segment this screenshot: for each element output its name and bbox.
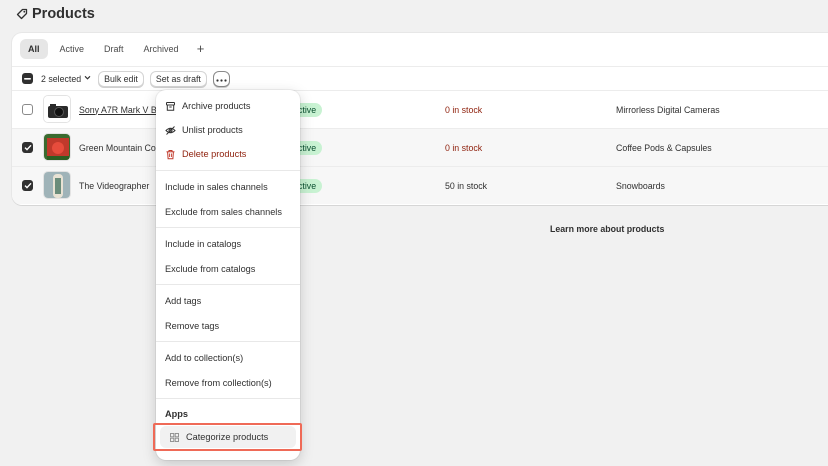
product-thumbnail-camera [43, 95, 71, 123]
menu-divider [156, 398, 300, 399]
row-checkbox[interactable] [22, 104, 33, 115]
menu-divider [156, 341, 300, 342]
menu-item-add-collections[interactable]: Add to collection(s) [156, 347, 300, 369]
menu-item-exclude-sales-channels[interactable]: Exclude from sales channels [156, 201, 300, 223]
bulk-edit-button[interactable]: Bulk edit [98, 70, 144, 87]
inventory-cell: 0 in stock [445, 104, 483, 115]
menu-divider [156, 170, 300, 171]
page-title: Products [16, 6, 95, 22]
highlight-box [153, 423, 302, 451]
tab-all[interactable]: All [20, 39, 48, 59]
trash-icon [165, 149, 176, 160]
more-actions-menu: Archive products Unlist products Delete … [156, 90, 300, 460]
row-checkbox[interactable] [22, 142, 33, 153]
table-row[interactable]: Sony A7R Mark V B ctive 0 in stock Mirro… [12, 90, 828, 128]
menu-item-unlist[interactable]: Unlist products [156, 119, 300, 141]
set-as-draft-button[interactable]: Set as draft [149, 70, 207, 87]
filter-tabs: All Active Draft Archived + [20, 39, 211, 59]
menu-item-include-catalogs[interactable]: Include in catalogs [156, 233, 300, 255]
menu-item-label: Unlist products [182, 125, 243, 135]
learn-more-link[interactable]: Learn more about products [550, 224, 664, 234]
select-all-checkbox[interactable] [22, 73, 33, 84]
selected-count-label: 2 selected [41, 73, 82, 84]
menu-item-remove-collections[interactable]: Remove from collection(s) [156, 372, 300, 394]
row-checkbox[interactable] [22, 180, 33, 191]
menu-item-include-sales-channels[interactable]: Include in sales channels [156, 176, 300, 198]
product-name-link[interactable]: The Videographer [79, 181, 149, 191]
product-type-cell: Snowboards [616, 180, 665, 191]
menu-item-exclude-catalogs[interactable]: Exclude from catalogs [156, 258, 300, 280]
tab-archived[interactable]: Archived [136, 39, 187, 59]
product-name-link[interactable]: Sony A7R Mark V B [79, 105, 157, 115]
menu-item-label: Archive products [182, 101, 251, 111]
product-type-cell: Coffee Pods & Capsules [616, 142, 712, 153]
product-thumbnail-coffee [43, 133, 71, 161]
tab-draft[interactable]: Draft [96, 39, 132, 59]
menu-item-label: Delete products [182, 149, 247, 159]
menu-item-delete[interactable]: Delete products [156, 143, 300, 165]
more-actions-button[interactable] [212, 70, 230, 87]
product-type-cell: Mirrorless Digital Cameras [616, 104, 720, 115]
tag-icon [16, 8, 28, 20]
chevron-down-icon [83, 73, 92, 84]
bulk-actions-bar: 2 selected Bulk edit Set as draft [12, 66, 828, 90]
product-thumbnail-snowboard [43, 171, 71, 199]
menu-divider [156, 227, 300, 228]
add-view-button[interactable]: + [191, 39, 211, 59]
eye-off-icon [165, 125, 176, 136]
inventory-cell: 50 in stock [445, 180, 488, 191]
menu-divider [156, 284, 300, 285]
archive-icon [165, 101, 176, 112]
tab-active[interactable]: Active [52, 39, 93, 59]
product-name-link[interactable]: Green Mountain Co [79, 143, 156, 153]
ellipsis-icon [216, 72, 227, 86]
inventory-cell: 0 in stock [445, 142, 483, 153]
menu-item-add-tags[interactable]: Add tags [156, 290, 300, 312]
apps-section-label: Apps [165, 409, 188, 419]
selected-count-dropdown[interactable]: 2 selected [41, 73, 92, 84]
menu-item-remove-tags[interactable]: Remove tags [156, 315, 300, 337]
page-heading: Products [32, 6, 95, 22]
menu-item-archive[interactable]: Archive products [156, 95, 300, 117]
table-row[interactable]: Green Mountain Co ctive 0 in stock Coffe… [12, 128, 828, 166]
table-row[interactable]: The Videographer ctive 50 in stock Snowb… [12, 166, 828, 204]
products-card: All Active Draft Archived + 2 selected B… [12, 33, 828, 205]
